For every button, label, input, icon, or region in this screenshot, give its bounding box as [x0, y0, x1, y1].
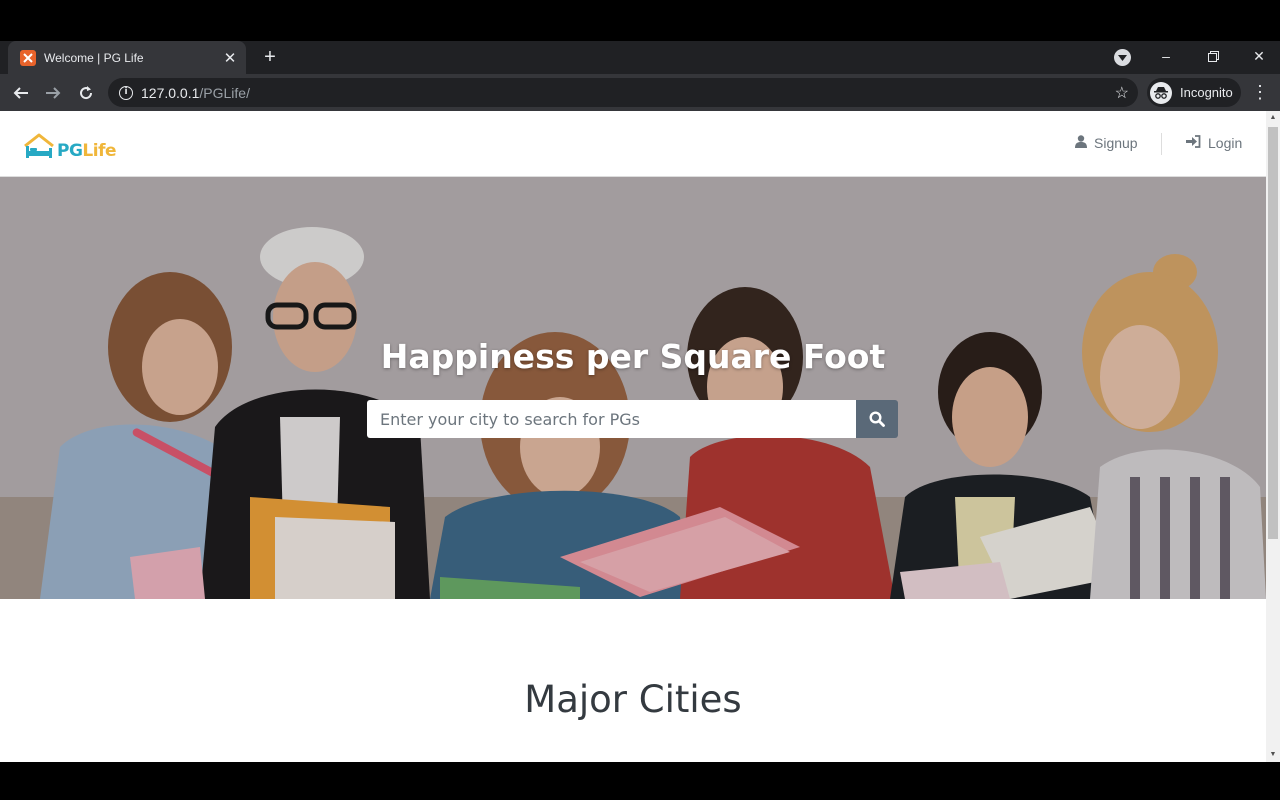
- reload-icon[interactable]: [73, 80, 99, 106]
- user-icon: [1075, 135, 1087, 151]
- url-host: 127.0.0.1: [141, 84, 200, 101]
- tab-bar: Welcome | PG Life ✕ + – ✕: [0, 41, 1280, 74]
- site-navbar: PGLife Signup Login: [0, 111, 1266, 177]
- incognito-label: Incognito: [1180, 85, 1233, 100]
- url-path: /PGLife/: [199, 84, 250, 101]
- forward-arrow-icon[interactable]: [40, 80, 66, 106]
- scroll-up-icon[interactable]: ▲: [1266, 111, 1280, 125]
- browser-toolbar: i 127.0.0.1/PGLife/ ☆ Incognito ⋮: [0, 74, 1280, 111]
- minimize-icon[interactable]: –: [1151, 45, 1181, 69]
- pglife-logo[interactable]: PGLife: [22, 131, 117, 161]
- info-icon[interactable]: i: [119, 85, 133, 100]
- login-link[interactable]: Login: [1186, 135, 1242, 151]
- star-icon[interactable]: ☆: [1115, 83, 1129, 103]
- house-bed-logo-icon: [24, 133, 54, 158]
- major-cities-heading: Major Cities: [524, 678, 742, 721]
- incognito-badge[interactable]: Incognito: [1147, 78, 1241, 107]
- scroll-down-icon[interactable]: ▼: [1266, 748, 1280, 762]
- new-tab-button[interactable]: +: [258, 46, 282, 70]
- sign-in-icon: [1186, 135, 1201, 151]
- hero-overlay: [0, 177, 1266, 599]
- search-button[interactable]: [856, 400, 898, 438]
- login-label: Login: [1208, 135, 1243, 151]
- logo-text: PGLife: [57, 141, 117, 161]
- city-search-input[interactable]: [367, 400, 856, 438]
- tab-close-icon[interactable]: ✕: [220, 49, 240, 67]
- page-scrollbar[interactable]: ▲ ▼: [1266, 111, 1280, 762]
- signup-link[interactable]: Signup: [1075, 135, 1138, 151]
- address-bar[interactable]: i 127.0.0.1/PGLife/ ☆: [108, 78, 1138, 107]
- back-arrow-icon[interactable]: [8, 80, 34, 106]
- scrollbar-thumb[interactable]: [1268, 127, 1278, 539]
- screen-bottom-bezel: [0, 762, 1280, 800]
- search-icon: [869, 411, 885, 427]
- hero-section: Happiness per Square Foot: [0, 177, 1266, 599]
- tab-welcome[interactable]: Welcome | PG Life ✕: [8, 41, 246, 74]
- page-viewport: PGLife Signup Login Happiness per Square…: [0, 111, 1266, 762]
- nav-divider: [1161, 133, 1162, 155]
- url-text[interactable]: 127.0.0.1/PGLife/: [141, 85, 1115, 101]
- signup-label: Signup: [1094, 135, 1138, 151]
- close-window-icon[interactable]: ✕: [1244, 45, 1274, 69]
- tab-title: Welcome | PG Life: [44, 50, 144, 65]
- hero-title: Happiness per Square Foot: [380, 337, 886, 376]
- incognito-icon: [1150, 81, 1172, 104]
- restore-icon[interactable]: [1198, 45, 1228, 69]
- screen-top-bezel: [0, 0, 1280, 41]
- xampp-favicon-icon: [20, 49, 36, 66]
- menu-icon[interactable]: ⋮: [1250, 80, 1270, 106]
- tab-search-icon[interactable]: [1114, 49, 1131, 66]
- city-search-form: [367, 400, 898, 438]
